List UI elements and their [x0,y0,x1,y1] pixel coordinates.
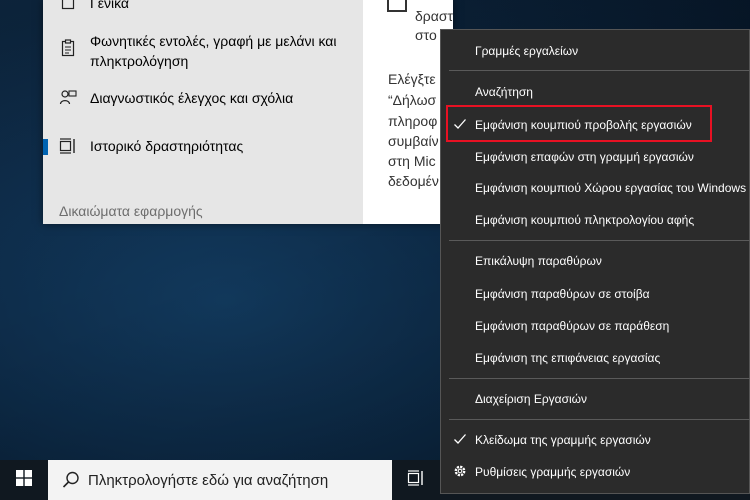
highlight-box [446,105,712,142]
content-paragraph: συμβαίν [388,133,439,149]
nav-item-label: Γενικά [90,0,129,11]
lock-icon [59,0,77,11]
active-indicator [43,139,48,155]
menu-item-taskbar-settings[interactable]: Ρυθμίσεις γραμμής εργασιών [441,460,750,484]
task-view-icon [407,469,425,491]
menu-item-label: Κλείδωμα της γραμμής εργασιών [475,433,651,447]
menu-item-search[interactable]: Αναζήτηση [441,80,750,104]
content-paragraph: “Δήλωσ [388,92,437,108]
menu-item-label: Διαχείριση Εργασιών [475,392,588,406]
menu-separator [449,70,750,71]
menu-item-label: Επικάλυψη παραθύρων [475,254,602,268]
content-paragraph: δεδομέν [388,173,439,189]
menu-separator [449,378,750,379]
taskbar-context-menu: Γραμμές εργαλείων Αναζήτηση Εμφάνιση κου… [440,29,750,494]
content-paragraph: Ελέγξτε [388,71,436,87]
menu-item-show-desktop[interactable]: Εμφάνιση της επιφάνειας εργασίας [441,346,750,370]
menu-item-show-ink-workspace[interactable]: Εμφάνιση κουμπιού Χώρου εργασίας του Win… [441,176,750,200]
checkbox-label: δραστηριότητές μου από αυτόν τον υπολογι… [415,8,453,24]
clipboard-icon [59,39,77,57]
section-header: Δικαιώματα εφαρμογής [59,203,203,219]
menu-item-stacked-windows[interactable]: Εμφάνιση παραθύρων σε στοίβα [441,282,750,306]
menu-item-show-touch-keyboard[interactable]: Εμφάνιση κουμπιού πληκτρολογίου αφής [441,208,750,232]
nav-item-label: Φωνητικές εντολές, γραφή με μελάνι και π… [90,33,337,69]
content-paragraph: στη Mic [388,153,436,169]
menu-item-side-by-side-windows[interactable]: Εμφάνιση παραθύρων σε παράθεση [441,314,750,338]
gear-icon [453,464,467,478]
menu-item-cascade-windows[interactable]: Επικάλυψη παραθύρων [441,249,750,273]
windows-logo-icon [16,469,32,491]
menu-item-label: Ρυθμίσεις γραμμής εργασιών [475,465,631,479]
timeline-icon [59,137,77,155]
content-paragraph: πληροφ [388,113,438,129]
menu-separator [449,240,750,241]
menu-item-label: Εμφάνιση κουμπιού Χώρου εργασίας του Win… [475,181,747,195]
menu-item-label: Εμφάνιση κουμπιού πληκτρολογίου αφής [475,213,695,227]
feedback-icon [59,89,77,107]
menu-item-show-people[interactable]: Εμφάνιση επαφών στη γραμμή εργασιών [441,145,750,169]
menu-item-toolbars[interactable]: Γραμμές εργαλείων [441,39,750,63]
settings-nav-pane: Γενικά Φωνητικές εντολές, γραφή με μελάν… [43,0,363,224]
start-button[interactable] [0,460,48,500]
search-input[interactable] [88,460,388,500]
activity-history-checkbox[interactable] [387,0,407,12]
checkmark-icon [453,432,467,446]
menu-item-label: Αναζήτηση [475,85,533,99]
nav-item-label: Ιστορικό δραστηριότητας [90,138,244,154]
menu-item-label: Εμφάνιση επαφών στη γραμμή εργασιών [475,150,694,164]
task-view-button[interactable] [398,460,434,500]
checkbox-label-cont: στο [415,27,437,43]
menu-item-label: Γραμμές εργαλείων [475,44,579,58]
settings-window: Γενικά Φωνητικές εντολές, γραφή με μελάν… [43,0,453,224]
taskbar-search-box[interactable] [48,460,392,500]
menu-item-label: Εμφάνιση παραθύρων σε παράθεση [475,319,670,333]
search-icon [62,471,80,494]
menu-item-label: Εμφάνιση της επιφάνειας εργασίας [475,351,661,365]
nav-item-label: Διαγνωστικός έλεγχος και σχόλια [90,90,294,106]
menu-item-label: Εμφάνιση παραθύρων σε στοίβα [475,287,650,301]
menu-separator [449,419,750,420]
menu-item-lock-taskbar[interactable]: Κλείδωμα της γραμμής εργασιών [441,428,750,452]
menu-item-task-manager[interactable]: Διαχείριση Εργασιών [441,387,750,411]
